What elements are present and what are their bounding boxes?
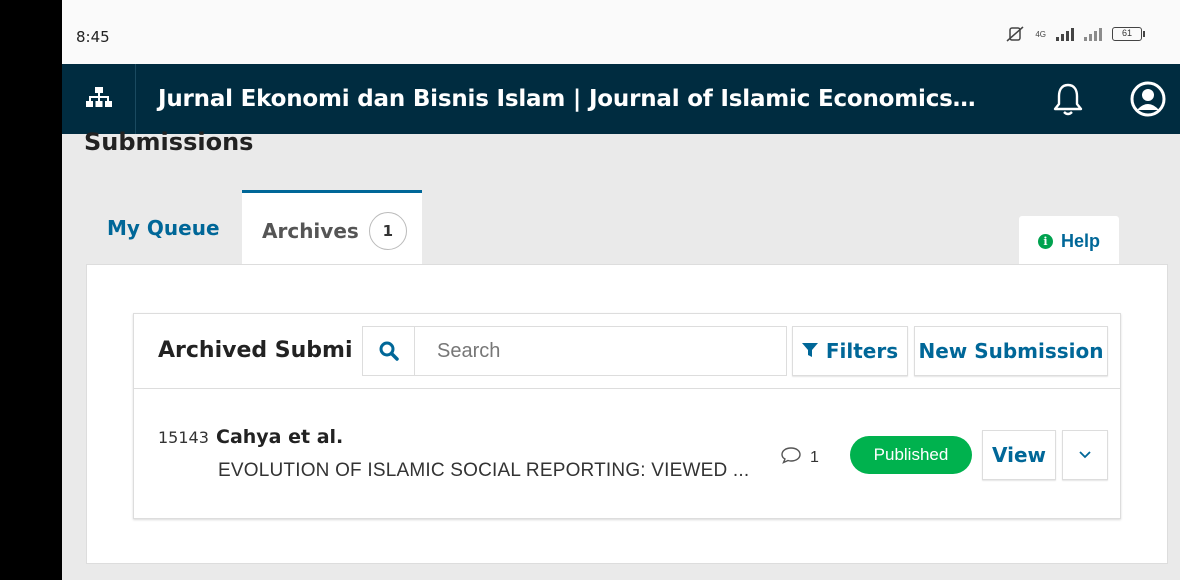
page-title: Submissions — [84, 128, 254, 156]
view-button[interactable]: View — [982, 430, 1056, 480]
tab-label: Archives — [262, 218, 359, 243]
site-menu-button[interactable] — [62, 64, 136, 134]
status-badge: Published — [850, 436, 972, 474]
user-circle-icon[interactable] — [1130, 81, 1166, 122]
search-icon[interactable] — [363, 327, 415, 375]
search-box — [362, 326, 787, 376]
tab-archives[interactable]: Archives 1 — [242, 190, 422, 268]
list-header: Archived Submi Search Filters New Submis… — [134, 314, 1120, 389]
filters-button[interactable]: Filters — [792, 326, 908, 376]
archived-submissions-list: Archived Submi Search Filters New Submis… — [133, 313, 1121, 519]
expand-button[interactable] — [1062, 430, 1108, 480]
battery-icon: 61 — [1112, 27, 1145, 41]
submission-authors[interactable]: Cahya et al. — [216, 426, 343, 448]
status-icons: 4G 61 — [1005, 26, 1145, 42]
comment-count: 1 — [780, 446, 819, 469]
submission-title[interactable]: EVOLUTION OF ISLAMIC SOCIAL REPORTING: V… — [218, 460, 763, 482]
app-header: Jurnal Ekonomi dan Bisnis Islam | Journa… — [62, 64, 1180, 134]
device-screen: 8:45 4G 61 Jurnal Ekonomi dan Bisnis Isl… — [62, 0, 1180, 580]
tab-label: My Queue — [107, 215, 220, 240]
info-icon: i — [1037, 233, 1053, 249]
submission-id: 15143 — [158, 428, 209, 447]
mute-icon — [1005, 26, 1025, 42]
new-submission-button[interactable]: New Submission — [914, 326, 1108, 376]
help-button[interactable]: i Help — [1019, 216, 1119, 266]
comment-icon — [780, 446, 802, 469]
journal-title[interactable]: Jurnal Ekonomi dan Bisnis Islam | Journa… — [136, 86, 976, 112]
help-label: Help — [1060, 230, 1100, 251]
sitemap-icon — [85, 86, 112, 113]
filters-label: Filters — [825, 339, 899, 363]
tab-my-queue[interactable]: My Queue — [82, 190, 242, 265]
chevron-down-icon — [1079, 446, 1091, 464]
network-type-label: 4G — [1035, 29, 1046, 39]
comment-count-value: 1 — [810, 448, 819, 466]
bell-icon[interactable] — [1050, 81, 1086, 122]
search-input[interactable] — [415, 327, 786, 375]
status-time: 8:45 — [76, 28, 110, 46]
list-item: 15143 Cahya et al. EVOLUTION OF ISLAMIC … — [134, 390, 1120, 518]
tab-count-badge: 1 — [368, 211, 407, 250]
tab-content-panel: Archived Submi Search Filters New Submis… — [86, 264, 1168, 564]
list-title: Archived Submi — [158, 338, 353, 363]
status-bar: 8:45 4G 61 — [62, 0, 1180, 64]
battery-level: 61 — [1121, 28, 1132, 38]
filter-icon — [801, 339, 818, 363]
signal-icon — [1084, 27, 1102, 41]
signal-icon — [1056, 27, 1074, 41]
